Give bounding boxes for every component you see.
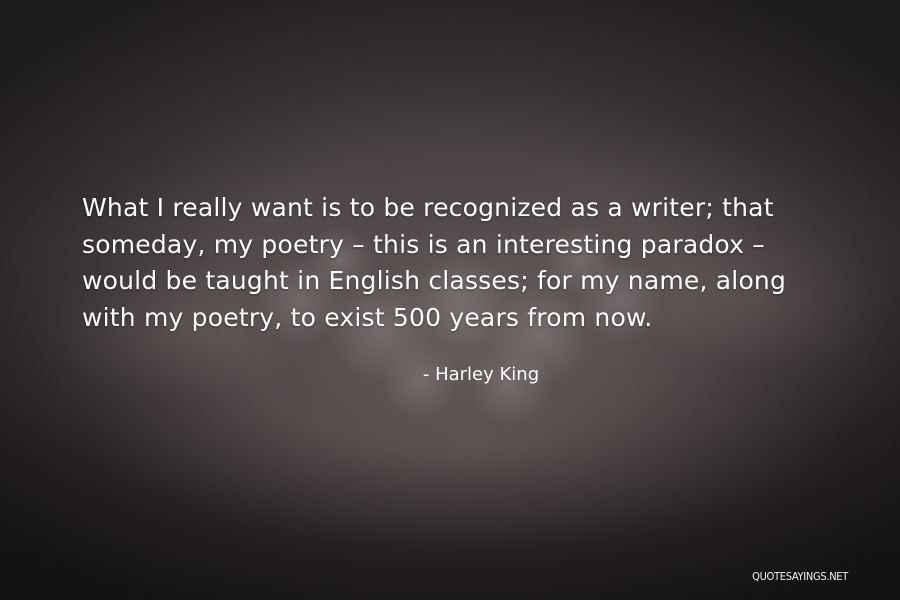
site-watermark: QUOTESAYINGS.NET	[752, 570, 848, 583]
quote-card: What I really want is to be recognized a…	[0, 0, 900, 600]
quote-text: What I really want is to be recognized a…	[82, 193, 787, 332]
author-name: - Harley King	[422, 364, 540, 385]
quote-author: - Harley King	[0, 362, 900, 388]
